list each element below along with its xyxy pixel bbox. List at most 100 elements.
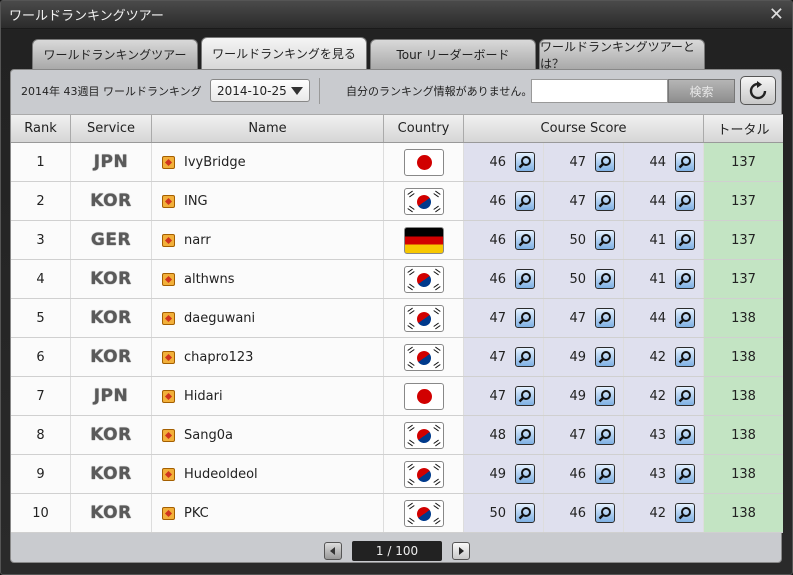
score-detail-button[interactable] xyxy=(675,152,695,172)
tab-view-world-ranking[interactable]: ワールドランキングを見る xyxy=(201,37,367,69)
course-score-value: 46 xyxy=(489,271,506,287)
score-detail-button[interactable] xyxy=(675,425,695,445)
name-cell[interactable]: ING xyxy=(152,182,384,220)
course-score-value: 50 xyxy=(489,505,506,521)
germany-flag-icon xyxy=(403,226,444,254)
magnifier-icon xyxy=(678,468,691,481)
magnifier-icon xyxy=(678,351,691,364)
selected-date: 2014-10-25 xyxy=(217,83,287,98)
player-name: daeguwani xyxy=(184,310,256,326)
score-detail-button[interactable] xyxy=(515,308,535,328)
search-input[interactable] xyxy=(531,79,668,103)
score-detail-button[interactable] xyxy=(515,347,535,367)
score-detail-button[interactable] xyxy=(595,464,615,484)
course-score-cell: 47 xyxy=(544,299,624,337)
rank-cell: 2 xyxy=(11,182,71,220)
score-detail-button[interactable] xyxy=(595,191,615,211)
name-cell[interactable]: Sang0a xyxy=(152,416,384,454)
name-cell[interactable]: daeguwani xyxy=(152,299,384,337)
course-score-cell: 47 xyxy=(464,338,544,376)
score-detail-button[interactable] xyxy=(515,152,535,172)
score-detail-button[interactable] xyxy=(515,425,535,445)
course-score-cell: 42 xyxy=(624,377,704,415)
course-score-value: 44 xyxy=(649,154,666,170)
player-name: althwns xyxy=(184,271,235,287)
rank-cell: 1 xyxy=(11,143,71,181)
header-total[interactable]: トータル xyxy=(704,115,783,142)
close-icon[interactable]: ✕ xyxy=(769,5,784,24)
course-score-cell: 46 xyxy=(544,494,624,532)
date-select[interactable]: 2014-10-25 xyxy=(210,79,310,102)
score-detail-button[interactable] xyxy=(515,464,535,484)
score-detail-button[interactable] xyxy=(595,347,615,367)
score-detail-button[interactable] xyxy=(515,230,535,250)
name-cell[interactable]: IvyBridge xyxy=(152,143,384,181)
score-detail-button[interactable] xyxy=(515,269,535,289)
magnifier-icon xyxy=(678,507,691,520)
score-detail-button[interactable] xyxy=(675,347,695,367)
score-detail-button[interactable] xyxy=(595,269,615,289)
magnifier-icon xyxy=(518,195,531,208)
refresh-button[interactable] xyxy=(740,76,776,105)
rank-cell: 7 xyxy=(11,377,71,415)
header-service[interactable]: Service xyxy=(71,115,152,142)
total-cell: 138 xyxy=(704,299,783,337)
country-cell xyxy=(384,455,464,493)
tab-world-ranking-tour[interactable]: ワールドランキングツアー xyxy=(32,39,198,69)
table-header: Rank Service Name Country Course Score ト… xyxy=(11,114,783,143)
header-course-score[interactable]: Course Score xyxy=(464,115,704,142)
score-detail-button[interactable] xyxy=(675,464,695,484)
header-country[interactable]: Country xyxy=(384,115,464,142)
tab-about-world-ranking-tour[interactable]: ワールドランキングツアーとは？ xyxy=(539,39,705,71)
service-cell: KOR xyxy=(71,455,152,493)
course-score-cell: 49 xyxy=(464,455,544,493)
magnifier-icon xyxy=(518,468,531,481)
score-detail-button[interactable] xyxy=(675,230,695,250)
name-cell[interactable]: Hudeoldeol xyxy=(152,455,384,493)
rank-cell: 6 xyxy=(11,338,71,376)
table-row: 7 JPN Hidari 47 49 42 138 xyxy=(11,377,783,416)
total-cell: 137 xyxy=(704,143,783,181)
score-detail-button[interactable] xyxy=(595,425,615,445)
course-score-cell: 47 xyxy=(464,299,544,337)
score-detail-button[interactable] xyxy=(595,386,615,406)
magnifier-icon xyxy=(598,195,611,208)
score-detail-button[interactable] xyxy=(595,152,615,172)
tab-tour-leaderboard[interactable]: Tour リーダーボード xyxy=(370,39,536,69)
score-detail-button[interactable] xyxy=(515,503,535,523)
score-detail-button[interactable] xyxy=(675,191,695,211)
prev-page-button[interactable] xyxy=(324,542,342,560)
header-name[interactable]: Name xyxy=(152,115,384,142)
score-detail-button[interactable] xyxy=(675,503,695,523)
name-cell[interactable]: Hidari xyxy=(152,377,384,415)
magnifier-icon xyxy=(518,507,531,520)
name-cell[interactable]: chapro123 xyxy=(152,338,384,376)
course-score-value: 42 xyxy=(649,349,666,365)
header-rank[interactable]: Rank xyxy=(11,115,71,142)
score-detail-button[interactable] xyxy=(515,386,535,406)
player-name: narr xyxy=(184,232,211,248)
player-badge-icon xyxy=(162,350,175,364)
name-cell[interactable]: althwns xyxy=(152,260,384,298)
prev-arrow-icon xyxy=(330,547,335,555)
course-score-cell: 48 xyxy=(464,416,544,454)
service-cell: KOR xyxy=(71,416,152,454)
score-detail-button[interactable] xyxy=(515,191,535,211)
score-detail-button[interactable] xyxy=(595,230,615,250)
course-score-cell: 46 xyxy=(464,260,544,298)
korea-flag-icon xyxy=(403,343,444,371)
course-score-value: 49 xyxy=(489,466,506,482)
score-detail-button[interactable] xyxy=(595,308,615,328)
score-detail-button[interactable] xyxy=(595,503,615,523)
name-cell[interactable]: PKC xyxy=(152,494,384,532)
course-score-value: 47 xyxy=(489,349,506,365)
next-page-button[interactable] xyxy=(452,542,470,560)
search-button[interactable]: 検索 xyxy=(668,79,735,103)
course-score-cell: 47 xyxy=(464,377,544,415)
name-cell[interactable]: narr xyxy=(152,221,384,259)
score-detail-button[interactable] xyxy=(675,308,695,328)
score-detail-button[interactable] xyxy=(675,386,695,406)
score-detail-button[interactable] xyxy=(675,269,695,289)
course-score-value: 46 xyxy=(569,505,586,521)
total-cell: 137 xyxy=(704,221,783,259)
